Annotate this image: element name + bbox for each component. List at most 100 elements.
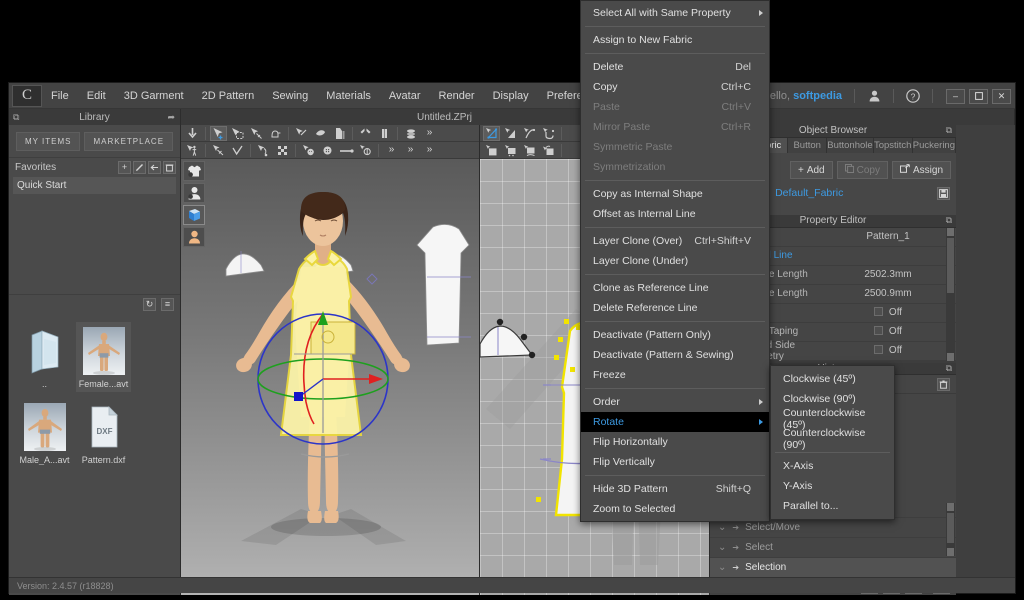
context-menu-item-layer-clone-over[interactable]: Layer Clone (Over) Ctrl+Shift+V bbox=[581, 231, 769, 251]
context-menu-item-deactivate-pattern-sewing[interactable]: Deactivate (Pattern & Sewing) bbox=[581, 345, 769, 365]
tool-rect-curve-icon[interactable] bbox=[521, 143, 538, 158]
context-menu-item-select-all-with-same-property[interactable]: Select All with Same Property bbox=[581, 3, 769, 23]
rotate-submenu-item-y-axis[interactable]: Y-Axis bbox=[771, 476, 894, 496]
context-menu-item-deactivate-pattern-only[interactable]: Deactivate (Pattern Only) bbox=[581, 325, 769, 345]
tool-rect-offset-icon[interactable] bbox=[540, 143, 557, 158]
property-value[interactable]: Off bbox=[832, 307, 944, 318]
rotate-submenu-item-clockwise-45[interactable]: Clockwise (45º) bbox=[771, 369, 894, 389]
property-value[interactable]: Pattern_1 bbox=[832, 231, 944, 242]
menu-edit[interactable]: Edit bbox=[78, 86, 115, 106]
context-menu-item-delete[interactable]: Delete Del bbox=[581, 57, 769, 77]
float-icon[interactable]: ⧉ bbox=[946, 215, 952, 226]
menu-render[interactable]: Render bbox=[430, 86, 484, 106]
help-icon[interactable]: ? bbox=[903, 86, 923, 106]
float-icon[interactable]: ⧉ bbox=[946, 363, 952, 374]
tab-button[interactable]: Button bbox=[788, 137, 828, 154]
minimize-button[interactable]: – bbox=[946, 88, 965, 104]
menu-sewing[interactable]: Sewing bbox=[263, 86, 317, 106]
context-menu-item-assign-to-new-fabric[interactable]: Assign to New Fabric bbox=[581, 30, 769, 50]
property-value[interactable]: Off bbox=[832, 326, 944, 337]
curved-side-geometry-checkbox[interactable] bbox=[873, 345, 883, 355]
back-arrow-icon[interactable] bbox=[148, 161, 161, 174]
toolbar-overflow-icon[interactable]: » bbox=[383, 143, 400, 158]
elastic-checkbox[interactable] bbox=[873, 307, 883, 317]
tool-curve-point-icon[interactable] bbox=[521, 126, 538, 141]
menu-file[interactable]: File bbox=[42, 86, 78, 106]
tool-pen-icon[interactable] bbox=[293, 126, 310, 141]
seam-taping-checkbox[interactable] bbox=[873, 326, 883, 336]
menu-display[interactable]: Display bbox=[484, 86, 538, 106]
tool-layer-icon[interactable] bbox=[402, 126, 419, 141]
tool-rect-points-icon[interactable] bbox=[502, 143, 519, 158]
file-item-female-avatar[interactable]: Female...avt bbox=[76, 322, 131, 392]
property-value[interactable]: 2500.9mm bbox=[832, 288, 944, 299]
context-menu-item-copy[interactable]: Copy Ctrl+C bbox=[581, 77, 769, 97]
marketplace-button[interactable]: MARKETPLACE bbox=[84, 132, 174, 151]
toolbar-overflow-icon[interactable]: » bbox=[421, 126, 438, 141]
context-menu-item-delete-reference-line[interactable]: Delete Reference Line bbox=[581, 298, 769, 318]
viewport-3d[interactable] bbox=[181, 159, 479, 595]
tool-line-icon[interactable] bbox=[338, 143, 355, 158]
tool-mirror-icon[interactable] bbox=[376, 126, 393, 141]
assign-fabric-button[interactable]: Assign bbox=[891, 161, 951, 180]
context-menu-item-flip-vertically[interactable]: Flip Vertically bbox=[581, 452, 769, 472]
save-fabric-icon[interactable] bbox=[937, 186, 950, 200]
context-menu-item-hide-3d-pattern[interactable]: Hide 3D Pattern Shift+Q bbox=[581, 479, 769, 499]
scroll-up-arrow[interactable] bbox=[947, 503, 954, 512]
tab-buttonhole[interactable]: Buttonhole bbox=[827, 137, 874, 154]
tool-box-select-icon[interactable] bbox=[229, 126, 246, 141]
tool-shade-icon[interactable] bbox=[312, 126, 329, 141]
tool-rectangle-icon[interactable] bbox=[483, 143, 500, 158]
tool-check-icon[interactable] bbox=[229, 143, 246, 158]
delete-history-icon[interactable] bbox=[937, 377, 950, 391]
fabric-name[interactable]: Default_Fabric bbox=[775, 187, 925, 199]
tool-pin-icon[interactable] bbox=[248, 126, 265, 141]
context-menu-item-rotate[interactable]: Rotate bbox=[581, 412, 769, 432]
menu-materials[interactable]: Materials bbox=[317, 86, 380, 106]
tool-symmetric-icon[interactable] bbox=[357, 126, 374, 141]
context-menu-item-zoom-to-selected[interactable]: Zoom to Selected bbox=[581, 499, 769, 519]
rotate-submenu-item-clockwise-90[interactable]: Clockwise (90º) bbox=[771, 389, 894, 409]
file-item-pattern-dxf[interactable]: DXF Pattern.dxf bbox=[76, 398, 131, 468]
tool-buttonhole-icon[interactable] bbox=[319, 143, 336, 158]
rotate-submenu-item-counterclockwise-90[interactable]: Counterclockwise (90º) bbox=[771, 427, 894, 451]
history-row-selection[interactable]: ⌄ ➔ Selection bbox=[710, 558, 956, 579]
context-menu-item-copy-as-internal-shape[interactable]: Copy as Internal Shape bbox=[581, 184, 769, 204]
tool-edit-curve-icon[interactable] bbox=[502, 126, 519, 141]
maximize-button[interactable] bbox=[969, 88, 988, 104]
file-item-male-avatar[interactable]: Male_A...avt bbox=[17, 398, 72, 468]
add-fabric-button[interactable]: + Add bbox=[789, 161, 833, 180]
property-value[interactable]: Off bbox=[832, 345, 944, 356]
add-favorite-icon[interactable]: + bbox=[118, 161, 131, 174]
favorites-item-quick-start[interactable]: Quick Start bbox=[13, 177, 176, 194]
rotate-submenu-item-parallel-to[interactable]: Parallel to... bbox=[771, 496, 894, 516]
tool-gravity-icon[interactable] bbox=[184, 126, 201, 141]
tool-add-point-icon[interactable] bbox=[540, 126, 557, 141]
rotate-submenu-item-counterclockwise-45[interactable]: Counterclockwise (45º) bbox=[771, 407, 894, 431]
tool-edit-pattern-icon[interactable] bbox=[483, 125, 500, 141]
context-menu-item-freeze[interactable]: Freeze bbox=[581, 365, 769, 385]
history-scrollbar[interactable] bbox=[946, 503, 955, 557]
float-icon[interactable]: ⧉ bbox=[946, 125, 952, 136]
tab-puckering[interactable]: Puckering bbox=[912, 137, 956, 154]
property-editor-scrollbar[interactable] bbox=[946, 227, 955, 361]
scroll-thumb[interactable] bbox=[947, 237, 954, 293]
context-menu-item-offset-as-internal-line[interactable]: Offset as Internal Line bbox=[581, 204, 769, 224]
tool-select-move-icon[interactable] bbox=[210, 125, 227, 141]
context-menu-item-order[interactable]: Order bbox=[581, 392, 769, 412]
tool-avatar-pose-icon[interactable] bbox=[184, 143, 201, 158]
scroll-thumb[interactable] bbox=[947, 513, 954, 544]
copy-fabric-button[interactable]: Copy bbox=[836, 161, 888, 180]
context-menu-item-layer-clone-under[interactable]: Layer Clone (Under) bbox=[581, 251, 769, 271]
list-view-icon[interactable]: ≡ bbox=[161, 298, 174, 311]
tool-snap-icon[interactable] bbox=[357, 143, 374, 158]
menu-2d-pattern[interactable]: 2D Pattern bbox=[193, 86, 264, 106]
toolbar-overflow-icon[interactable]: » bbox=[402, 143, 419, 158]
tool-tape-measure-icon[interactable] bbox=[210, 143, 227, 158]
close-button[interactable]: ✕ bbox=[992, 88, 1011, 104]
scroll-down-arrow[interactable] bbox=[947, 548, 954, 557]
menu-3d-garment[interactable]: 3D Garment bbox=[115, 86, 193, 106]
tool-texture-icon[interactable] bbox=[274, 143, 291, 158]
scroll-up-arrow[interactable] bbox=[947, 227, 954, 236]
tool-button-icon[interactable] bbox=[300, 143, 317, 158]
